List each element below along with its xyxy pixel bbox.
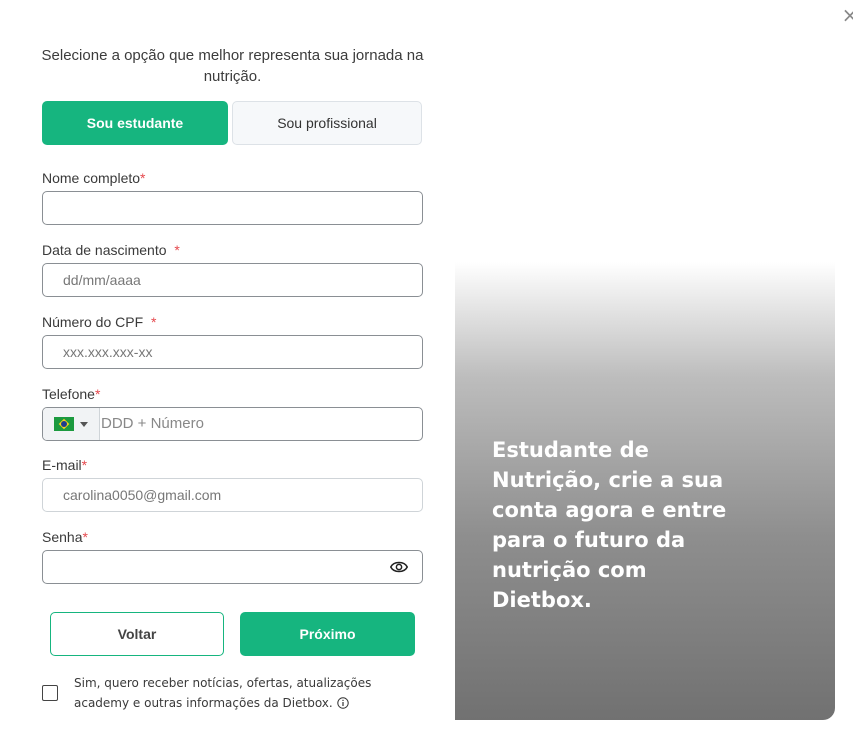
- consent-text-body: Sim, quero receber notícias, ofertas, at…: [74, 676, 372, 710]
- promo-text: Estudante de Nutrição, crie a sua conta …: [492, 438, 727, 612]
- back-button[interactable]: Voltar: [50, 612, 224, 656]
- required-marker: *: [174, 242, 180, 258]
- phone-input[interactable]: DDD + Número: [42, 407, 423, 441]
- cpf-input[interactable]: xxx.xxx.xxx-xx: [42, 335, 423, 369]
- name-input[interactable]: [42, 191, 423, 225]
- close-button[interactable]: ×: [840, 5, 853, 25]
- birthdate-label: Data de nascimento *: [42, 242, 180, 258]
- required-marker: *: [82, 529, 88, 545]
- email-label-text: E-mail: [42, 457, 82, 473]
- cpf-label: Número do CPF *: [42, 314, 156, 330]
- birthdate-label-text: Data de nascimento: [42, 242, 167, 258]
- eye-icon[interactable]: [390, 559, 408, 575]
- required-marker: *: [81, 457, 88, 473]
- phone-label-text: Telefone: [42, 386, 95, 402]
- name-label: Nome completo*: [42, 170, 146, 186]
- phone-placeholder: DDD + Número: [101, 415, 204, 432]
- email-label: E-mail*: [42, 457, 87, 473]
- consent-text: Sim, quero receber notícias, ofertas, at…: [74, 673, 404, 713]
- password-label-text: Senha: [42, 529, 83, 545]
- birthdate-input[interactable]: dd/mm/aaaa: [42, 263, 423, 297]
- email-input[interactable]: carolina0050@gmail.com: [42, 478, 423, 512]
- required-marker: *: [150, 314, 157, 330]
- phone-label: Telefone*: [42, 386, 100, 402]
- professional-option-button[interactable]: Sou profissional: [232, 101, 422, 145]
- country-selector[interactable]: [43, 408, 100, 440]
- brazil-flag-icon: [54, 417, 74, 431]
- password-input[interactable]: [42, 550, 423, 584]
- name-label-text: Nome completo: [42, 170, 141, 186]
- required-marker: *: [94, 386, 101, 402]
- password-label: Senha*: [42, 529, 88, 545]
- info-icon[interactable]: [336, 697, 349, 709]
- cpf-label-text: Número do CPF: [42, 314, 144, 330]
- promo-panel: Estudante de Nutrição, crie a sua conta …: [455, 262, 835, 720]
- intro-text: Selecione a opção que melhor representa …: [41, 47, 424, 85]
- next-button[interactable]: Próximo: [240, 612, 415, 656]
- student-option-button[interactable]: Sou estudante: [42, 101, 228, 145]
- newsletter-checkbox[interactable]: [42, 685, 58, 701]
- required-marker: *: [140, 170, 146, 186]
- chevron-down-icon: [80, 421, 88, 427]
